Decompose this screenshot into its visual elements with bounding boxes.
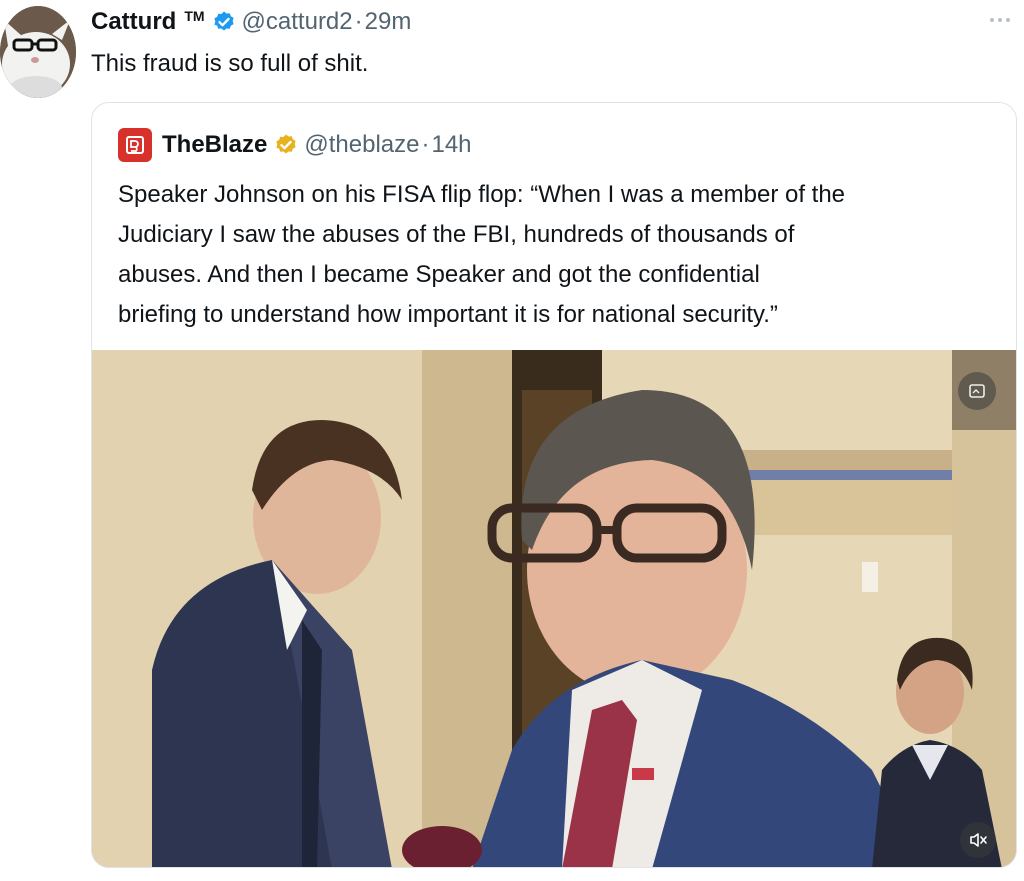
timestamp[interactable]: 29m [365,8,412,36]
tweet[interactable]: Catturd TM @catturd2 · 29m This fraud is… [0,0,1024,881]
quoted-text-line: abuses. And then I became Speaker and go… [118,261,760,288]
volume-muted-icon[interactable] [960,822,996,858]
quoted-author-name[interactable]: TheBlaze [162,131,267,159]
more-horizontal-icon[interactable] [984,10,1016,30]
tweet-text: This fraud is so full of shit. [91,50,369,77]
video-frame [92,350,1016,867]
quoted-author-handle[interactable]: @theblaze [304,131,419,159]
author-name[interactable]: Catturd [91,8,176,36]
quoted-tweet-header: TheBlaze @theblaze · 14h [118,127,472,163]
author-badge-text: TM [184,8,205,24]
separator-dot: · [354,8,363,35]
verified-badge-icon [212,10,236,34]
separator-dot: · [421,131,430,158]
tweet-header: Catturd TM @catturd2 · 29m [91,4,411,40]
author-avatar[interactable] [0,6,76,98]
quoted-text-line: briefing to understand how important it … [118,301,778,328]
quoted-text-line: Speaker Johnson on his FISA flip flop: “… [118,181,846,208]
quoted-timestamp[interactable]: 14h [431,131,471,159]
video-player[interactable] [92,350,1016,867]
verified-badge-icon [274,133,298,157]
media-overlay-icon[interactable] [958,372,996,410]
quoted-text-line: Judiciary I saw the abuses of the FBI, h… [118,221,795,248]
quoted-tweet-text: Speaker Johnson on his FISA flip flop: “… [118,175,998,335]
author-handle[interactable]: @catturd2 [242,8,353,36]
quoted-tweet[interactable]: TheBlaze @theblaze · 14h Speaker Johnson… [91,102,1017,868]
theblaze-logo-icon[interactable] [118,128,152,162]
